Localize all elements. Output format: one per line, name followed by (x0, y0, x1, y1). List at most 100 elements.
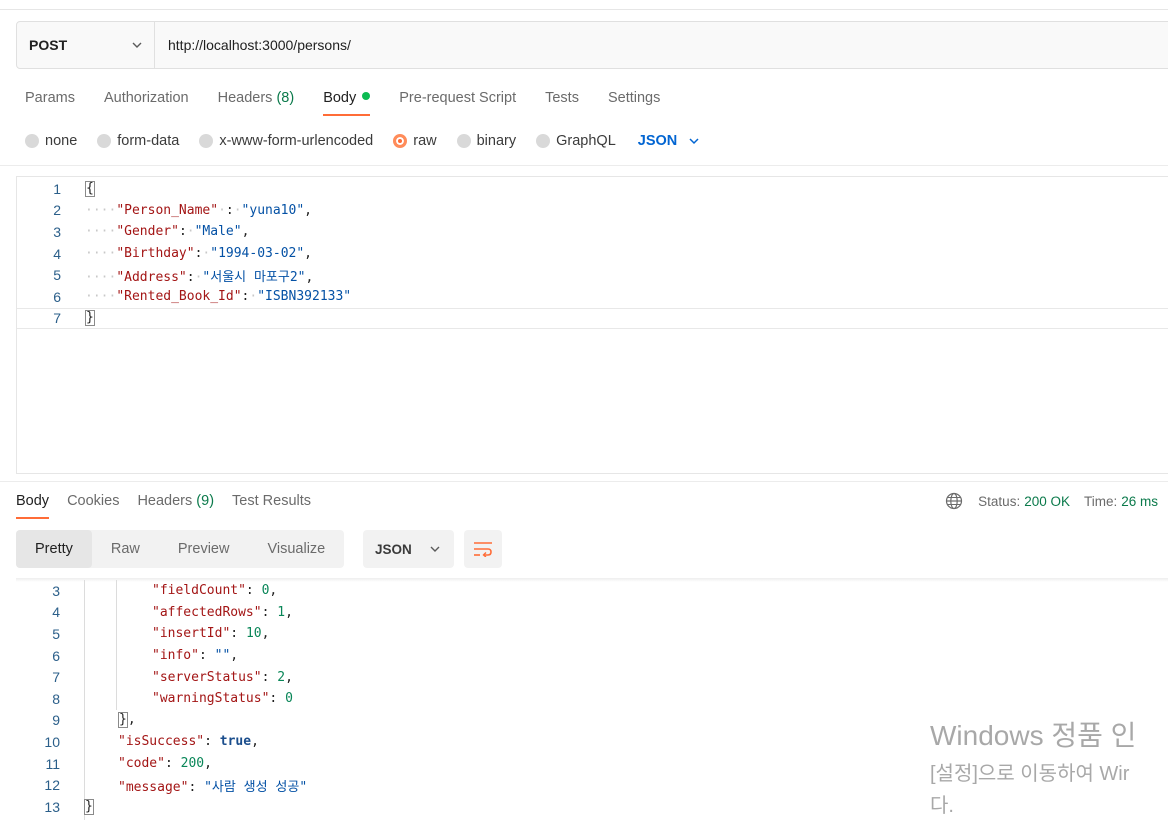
radio-graphql[interactable]: GraphQL (536, 133, 616, 149)
time-label: Time: (1083, 493, 1118, 509)
code-line: 3 "fieldCount": 0, (16, 580, 1168, 602)
response-format-label: JSON (375, 541, 412, 557)
watermark-line-2-text: [설정]으로 이동하여 Wir (930, 763, 1130, 785)
radio-label: x-www-form-urlencoded (219, 133, 374, 149)
body-format-select[interactable]: JSON (638, 133, 700, 149)
status-label: Status: (978, 493, 1021, 509)
code-text: ····"Birthday":·"1994-03-02", (85, 246, 312, 262)
radio-circle-selected (393, 134, 408, 148)
tab-settings[interactable]: Settings (608, 88, 660, 116)
tab-params[interactable]: Params (25, 88, 75, 116)
code-text: { (85, 180, 95, 197)
watermark-line-1: Windows 정품 인 (930, 720, 1137, 751)
method-select[interactable]: POST (17, 22, 155, 68)
time-value[interactable]: 26 ms (1121, 494, 1158, 509)
code-text: "message": "사람 생성 성공" (118, 779, 308, 795)
radio-circle (536, 134, 551, 148)
view-mode-segmented: Pretty Raw Preview Visualize (16, 530, 345, 568)
code-text: "code": 200, (118, 756, 212, 772)
radio-form-data[interactable]: form-data (97, 133, 179, 149)
code-text: ····"Person_Name"·:·"yuna10", (85, 202, 312, 218)
line-number: 3 (53, 223, 61, 240)
view-mode-pretty[interactable]: Pretty (16, 530, 92, 568)
line-number: 5 (53, 267, 61, 284)
top-divider (0, 0, 1168, 10)
body-indicator-dot (362, 92, 371, 100)
code-text: "serverStatus": 2, (152, 669, 293, 685)
code-line: 1 { (17, 178, 1168, 200)
line-number: 11 (45, 755, 60, 772)
response-format-select[interactable]: JSON (363, 530, 454, 568)
code-text: "info": "", (152, 648, 239, 664)
line-number: 9 (52, 712, 60, 729)
tab-test-results[interactable]: Test Results (232, 491, 311, 519)
line-number: 10 (44, 733, 60, 750)
tab-headers[interactable]: Headers (8) (218, 88, 295, 116)
radio-label: raw (413, 133, 437, 149)
chevron-down-icon (132, 42, 142, 48)
tab-pre-request-script[interactable]: Pre-request Script (399, 88, 516, 116)
watermark-line-2: [설정]으로 이동하여 Wir 다. (930, 758, 1136, 822)
code-text: ····"Address":·"서울시 마포구2", (85, 269, 314, 285)
tab-label: Tests (545, 90, 579, 106)
line-number: 8 (52, 690, 60, 707)
method-label: POST (29, 37, 68, 53)
tab-response-headers[interactable]: Headers (9) (137, 491, 214, 519)
code-line: 5 ····"Address":·"서울시 마포구2", (17, 264, 1168, 286)
windows-activation-watermark: Windows 정품 인 [설정]으로 이동하여 Wir 다. (930, 714, 1136, 822)
tab-label: Cookies (67, 493, 120, 509)
radio-x-www-form-urlencoded[interactable]: x-www-form-urlencoded (199, 133, 373, 149)
code-text: }, (118, 712, 136, 729)
code-line: 8 "warningStatus": 0 (16, 688, 1168, 710)
tab-label: Body (323, 90, 357, 106)
code-text: "fieldCount": 0, (152, 583, 278, 599)
line-number: 6 (52, 647, 60, 664)
response-status: Status: 200 OK Time: 26 ms (945, 492, 1158, 510)
tab-response-body[interactable]: Body (16, 491, 50, 519)
pane-resize-handle[interactable] (0, 481, 1168, 482)
section-divider (0, 165, 1168, 166)
body-format-label: JSON (637, 133, 678, 149)
radio-label: form-data (117, 133, 180, 149)
code-text: } (85, 310, 95, 327)
code-line: 4 "affectedRows": 1, (16, 602, 1168, 624)
radio-circle (25, 134, 39, 148)
view-mode-raw[interactable]: Raw (92, 530, 159, 568)
line-number: 5 (52, 625, 60, 642)
line-number: 7 (52, 669, 60, 686)
tab-authorization[interactable]: Authorization (104, 88, 189, 116)
view-mode-visualize[interactable]: Visualize (248, 530, 344, 568)
radio-none[interactable]: none (25, 133, 77, 149)
code-line: 6 "info": "", (16, 645, 1168, 667)
line-number: 2 (53, 202, 61, 219)
chevron-down-icon (689, 138, 699, 145)
tab-body[interactable]: Body (323, 88, 371, 116)
tab-label: Params (25, 90, 75, 106)
radio-label: binary (476, 133, 517, 149)
radio-raw[interactable]: raw (393, 133, 437, 149)
tab-tests[interactable]: Tests (545, 88, 579, 116)
tab-label: Headers (217, 90, 273, 106)
line-number: 3 (52, 582, 60, 599)
tab-cookies[interactable]: Cookies (67, 491, 119, 519)
status-value[interactable]: 200 OK (1024, 494, 1070, 509)
radio-binary[interactable]: binary (456, 133, 517, 149)
view-mode-preview[interactable]: Preview (159, 530, 249, 568)
code-line: 3 ····"Gender":·"Male", (17, 221, 1168, 243)
globe-icon[interactable] (945, 492, 963, 510)
code-text: ····"Rented_Book_Id":·"ISBN392133" (85, 289, 352, 305)
url-input[interactable]: http://localhost:3000/persons/ (155, 22, 351, 68)
chevron-down-icon (430, 546, 440, 552)
tab-label: Authorization (103, 90, 189, 106)
request-body-editor[interactable]: 1 { 2 ····"Person_Name"·:·"yuna10", 3 ··… (16, 176, 1168, 474)
tab-label: Pre-request Script (399, 90, 517, 106)
wrap-lines-button[interactable] (464, 530, 502, 568)
radio-label: none (45, 133, 78, 149)
tab-label: Test Results (232, 493, 312, 509)
code-line: 4 ····"Birthday":·"1994-03-02", (17, 243, 1168, 265)
line-number: 12 (44, 777, 60, 794)
radio-circle (97, 134, 112, 148)
tab-label: Headers (137, 493, 193, 509)
line-number: 4 (52, 604, 60, 621)
code-line-current: 7 } (17, 307, 1168, 330)
